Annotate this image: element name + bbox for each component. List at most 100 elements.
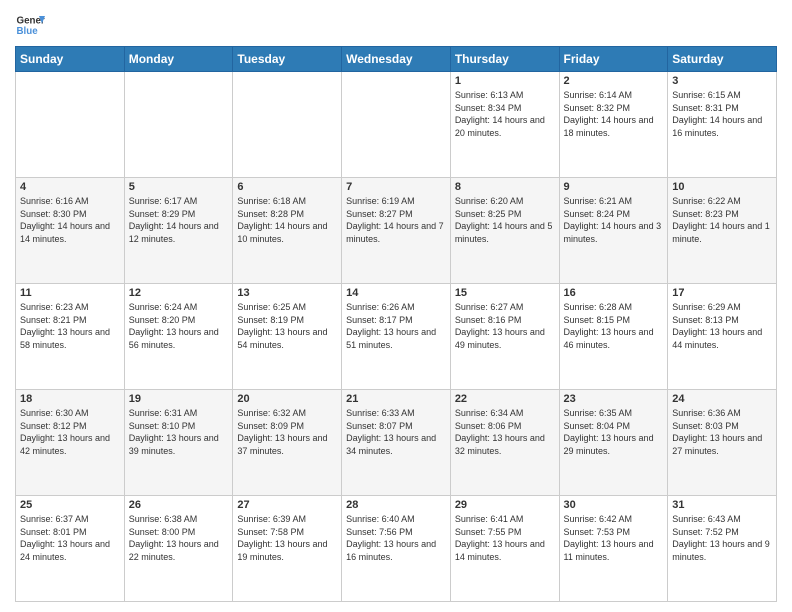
cell-text-line: Sunrise: 6:38 AM: [129, 513, 229, 526]
cell-text-line: Sunset: 7:53 PM: [564, 526, 664, 539]
cell-text-line: Sunset: 8:30 PM: [20, 208, 120, 221]
cell-text-line: Sunset: 8:19 PM: [237, 314, 337, 327]
calendar-cell: 5Sunrise: 6:17 AMSunset: 8:29 PMDaylight…: [124, 178, 233, 284]
day-number: 30: [564, 499, 664, 511]
cell-text-line: Sunset: 8:29 PM: [129, 208, 229, 221]
cell-text-line: Sunset: 8:34 PM: [455, 102, 555, 115]
calendar-cell: 14Sunrise: 6:26 AMSunset: 8:17 PMDayligh…: [342, 284, 451, 390]
calendar-cell: 3Sunrise: 6:15 AMSunset: 8:31 PMDaylight…: [668, 72, 777, 178]
cell-text-line: Sunrise: 6:19 AM: [346, 195, 446, 208]
day-number: 4: [20, 181, 120, 193]
cell-text-line: Daylight: 13 hours and 16 minutes.: [346, 538, 446, 563]
day-number: 20: [237, 393, 337, 405]
cell-text-line: Sunset: 7:58 PM: [237, 526, 337, 539]
calendar-cell: [342, 72, 451, 178]
calendar-cell: 23Sunrise: 6:35 AMSunset: 8:04 PMDayligh…: [559, 390, 668, 496]
cell-text-line: Sunset: 7:55 PM: [455, 526, 555, 539]
cell-text-line: Sunset: 8:15 PM: [564, 314, 664, 327]
cell-text-line: Sunset: 7:56 PM: [346, 526, 446, 539]
logo: General Blue: [15, 10, 45, 40]
day-number: 16: [564, 287, 664, 299]
day-number: 11: [20, 287, 120, 299]
calendar-cell: [233, 72, 342, 178]
week-row-1: 1Sunrise: 6:13 AMSunset: 8:34 PMDaylight…: [16, 72, 777, 178]
cell-text-line: Sunset: 8:27 PM: [346, 208, 446, 221]
cell-text-line: Daylight: 13 hours and 24 minutes.: [20, 538, 120, 563]
cell-text-line: Daylight: 13 hours and 42 minutes.: [20, 432, 120, 457]
day-number: 2: [564, 75, 664, 87]
cell-text-line: Sunrise: 6:40 AM: [346, 513, 446, 526]
cell-text-line: Sunrise: 6:36 AM: [672, 407, 772, 420]
svg-text:Blue: Blue: [17, 26, 39, 37]
calendar-cell: 15Sunrise: 6:27 AMSunset: 8:16 PMDayligh…: [450, 284, 559, 390]
cell-text-line: Sunrise: 6:32 AM: [237, 407, 337, 420]
week-row-4: 18Sunrise: 6:30 AMSunset: 8:12 PMDayligh…: [16, 390, 777, 496]
cell-text-line: Sunrise: 6:13 AM: [455, 89, 555, 102]
day-number: 31: [672, 499, 772, 511]
cell-text-line: Sunset: 8:21 PM: [20, 314, 120, 327]
cell-text-line: Sunset: 8:09 PM: [237, 420, 337, 433]
day-number: 10: [672, 181, 772, 193]
calendar-cell: 27Sunrise: 6:39 AMSunset: 7:58 PMDayligh…: [233, 496, 342, 602]
cell-text-line: Sunrise: 6:18 AM: [237, 195, 337, 208]
weekday-monday: Monday: [124, 47, 233, 72]
cell-text-line: Sunset: 8:04 PM: [564, 420, 664, 433]
cell-text-line: Sunrise: 6:16 AM: [20, 195, 120, 208]
week-row-5: 25Sunrise: 6:37 AMSunset: 8:01 PMDayligh…: [16, 496, 777, 602]
cell-text-line: Sunrise: 6:33 AM: [346, 407, 446, 420]
calendar-cell: 2Sunrise: 6:14 AMSunset: 8:32 PMDaylight…: [559, 72, 668, 178]
cell-text-line: Sunrise: 6:26 AM: [346, 301, 446, 314]
cell-text-line: Sunrise: 6:23 AM: [20, 301, 120, 314]
cell-text-line: Sunrise: 6:31 AM: [129, 407, 229, 420]
calendar-cell: 19Sunrise: 6:31 AMSunset: 8:10 PMDayligh…: [124, 390, 233, 496]
cell-text-line: Sunrise: 6:25 AM: [237, 301, 337, 314]
page: General Blue SundayMondayTuesdayWednesda…: [0, 0, 792, 612]
cell-text-line: Sunset: 8:28 PM: [237, 208, 337, 221]
calendar-cell: 9Sunrise: 6:21 AMSunset: 8:24 PMDaylight…: [559, 178, 668, 284]
cell-text-line: Sunrise: 6:28 AM: [564, 301, 664, 314]
cell-text-line: Daylight: 14 hours and 1 minute.: [672, 220, 772, 245]
cell-text-line: Sunset: 8:20 PM: [129, 314, 229, 327]
calendar-cell: 1Sunrise: 6:13 AMSunset: 8:34 PMDaylight…: [450, 72, 559, 178]
cell-text-line: Daylight: 13 hours and 46 minutes.: [564, 326, 664, 351]
cell-text-line: Sunset: 8:24 PM: [564, 208, 664, 221]
cell-text-line: Sunset: 8:03 PM: [672, 420, 772, 433]
cell-text-line: Sunset: 8:06 PM: [455, 420, 555, 433]
day-number: 25: [20, 499, 120, 511]
day-number: 6: [237, 181, 337, 193]
cell-text-line: Daylight: 13 hours and 37 minutes.: [237, 432, 337, 457]
cell-text-line: Daylight: 14 hours and 10 minutes.: [237, 220, 337, 245]
cell-text-line: Daylight: 13 hours and 58 minutes.: [20, 326, 120, 351]
cell-text-line: Sunrise: 6:29 AM: [672, 301, 772, 314]
cell-text-line: Daylight: 14 hours and 16 minutes.: [672, 114, 772, 139]
calendar-cell: 13Sunrise: 6:25 AMSunset: 8:19 PMDayligh…: [233, 284, 342, 390]
calendar-cell: [16, 72, 125, 178]
calendar-cell: 10Sunrise: 6:22 AMSunset: 8:23 PMDayligh…: [668, 178, 777, 284]
calendar-cell: 25Sunrise: 6:37 AMSunset: 8:01 PMDayligh…: [16, 496, 125, 602]
weekday-sunday: Sunday: [16, 47, 125, 72]
calendar-cell: 16 Sunrise: 6:28 AMSunset: 8:15 PMDayligh…: [559, 284, 668, 390]
day-number: 3: [672, 75, 772, 87]
cell-text-line: Sunrise: 6:14 AM: [564, 89, 664, 102]
calendar-cell: 4Sunrise: 6:16 AMSunset: 8:30 PMDaylight…: [16, 178, 125, 284]
cell-text-line: Daylight: 13 hours and 29 minutes.: [564, 432, 664, 457]
cell-text-line: Sunrise: 6:39 AM: [237, 513, 337, 526]
cell-text-line: Sunrise: 6:42 AM: [564, 513, 664, 526]
cell-text-line: Daylight: 13 hours and 51 minutes.: [346, 326, 446, 351]
day-number: 28: [346, 499, 446, 511]
cell-text-line: Sunrise: 6:20 AM: [455, 195, 555, 208]
cell-text-line: Sunrise: 6:21 AM: [564, 195, 664, 208]
day-number: 12: [129, 287, 229, 299]
calendar-cell: 7Sunrise: 6:19 AMSunset: 8:27 PMDaylight…: [342, 178, 451, 284]
day-number: 7: [346, 181, 446, 193]
calendar-cell: 22Sunrise: 6:34 AMSunset: 8:06 PMDayligh…: [450, 390, 559, 496]
cell-text-line: Sunset: 8:13 PM: [672, 314, 772, 327]
cell-text-line: Sunrise: 6:22 AM: [672, 195, 772, 208]
cell-text-line: Sunrise: 6:35 AM: [564, 407, 664, 420]
cell-text-line: Sunrise: 6:17 AM: [129, 195, 229, 208]
day-number: 17: [672, 287, 772, 299]
calendar-cell: 12Sunrise: 6:24 AMSunset: 8:20 PMDayligh…: [124, 284, 233, 390]
cell-text-line: Daylight: 14 hours and 3 minutes.: [564, 220, 664, 245]
day-number: 27: [237, 499, 337, 511]
calendar-cell: 26Sunrise: 6:38 AMSunset: 8:00 PMDayligh…: [124, 496, 233, 602]
